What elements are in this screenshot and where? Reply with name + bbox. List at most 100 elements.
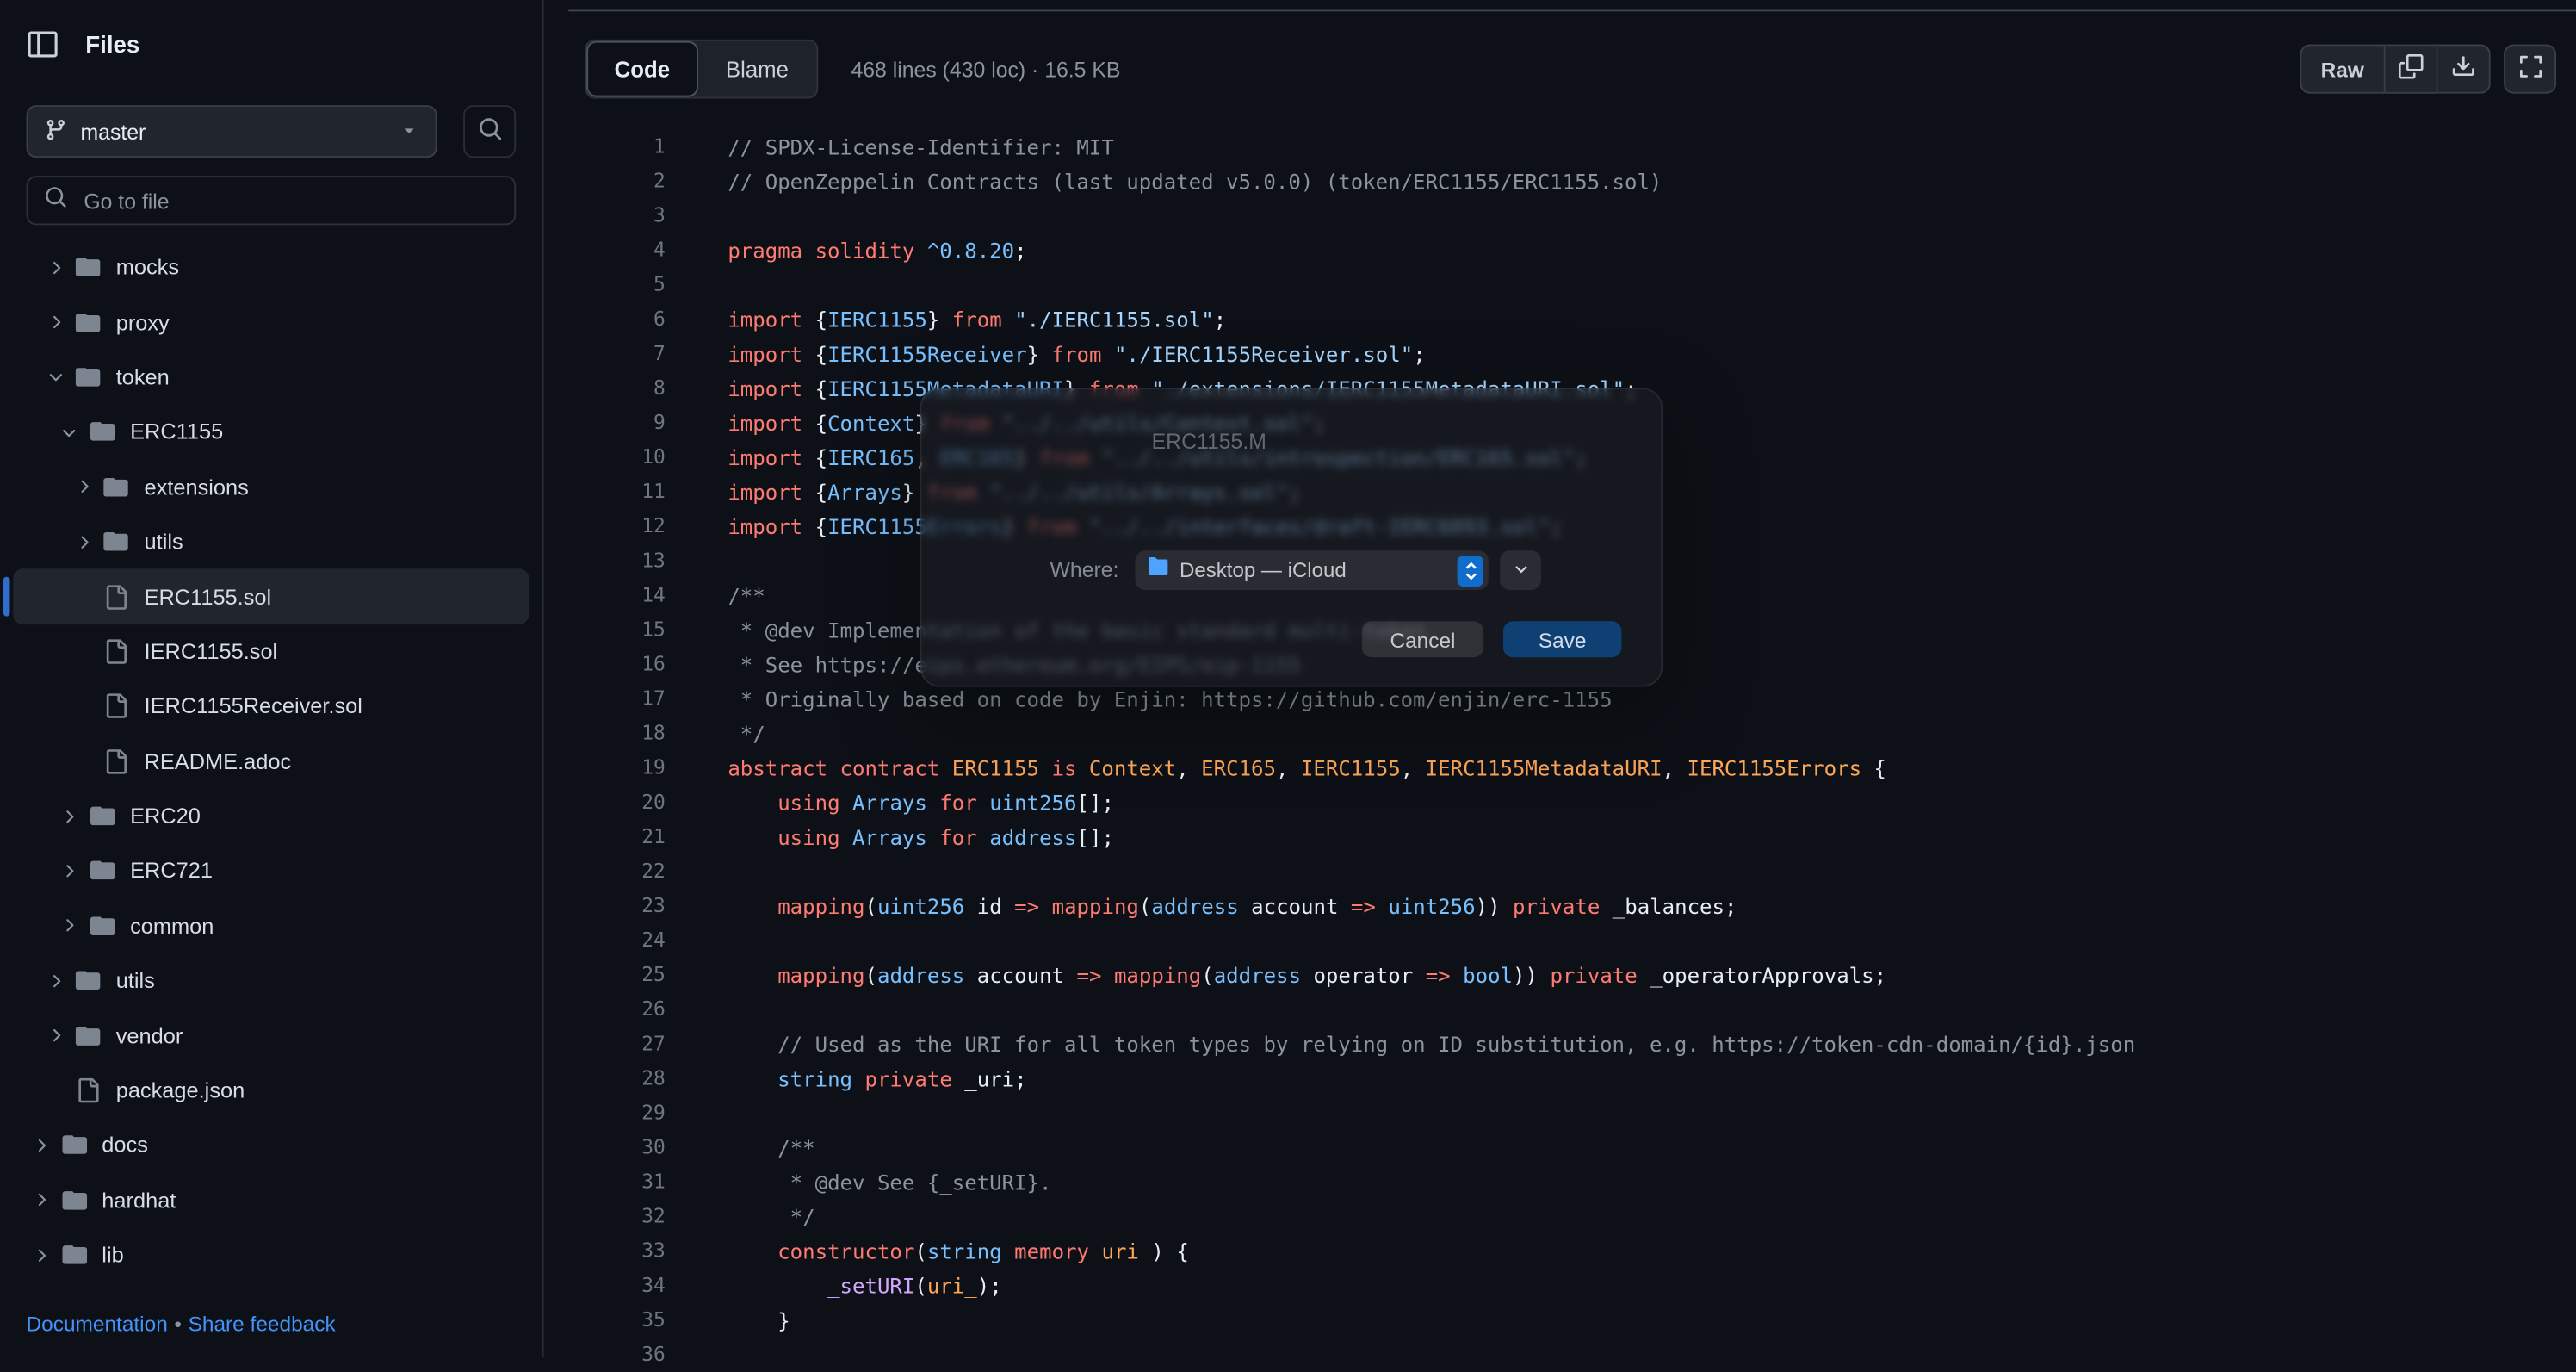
tree-item-label: ERC721 <box>130 858 214 884</box>
tab-code[interactable]: Code <box>586 40 698 97</box>
tree-item-label: utils <box>144 529 183 555</box>
line-number[interactable]: 9 <box>568 406 666 440</box>
line-number[interactable]: 34 <box>568 1269 666 1303</box>
line-number[interactable]: 24 <box>568 923 666 958</box>
tree-item-readme.adoc[interactable]: README.adoc <box>13 734 529 789</box>
line-number[interactable]: 22 <box>568 854 666 889</box>
collapse-file-tree-button[interactable] <box>20 23 65 69</box>
tree-item-ierc1155.sol[interactable]: IERC1155.sol <box>13 624 529 680</box>
line-number[interactable]: 3 <box>568 199 666 233</box>
code-line: 3 <box>568 199 2576 233</box>
cancel-button[interactable]: Cancel <box>1361 621 1484 658</box>
line-number[interactable]: 32 <box>568 1200 666 1234</box>
line-number[interactable]: 28 <box>568 1062 666 1096</box>
tree-item-utils[interactable]: utils <box>13 953 529 1009</box>
branch-selector-button[interactable]: master <box>26 105 437 158</box>
line-number[interactable]: 30 <box>568 1131 666 1165</box>
line-source: * @dev See {_setURI}. <box>777 1170 1052 1195</box>
line-number[interactable]: 6 <box>568 302 666 337</box>
download-raw-button[interactable] <box>2437 44 2491 94</box>
file-tree: mocks proxy token ERC1155 extensions uti… <box>0 240 542 1283</box>
tree-item-extensions[interactable]: extensions <box>13 459 529 514</box>
line-number[interactable]: 27 <box>568 1027 666 1062</box>
code-line: 35 } <box>568 1303 2576 1338</box>
line-number[interactable]: 17 <box>568 682 666 717</box>
tree-item-erc721[interactable]: ERC721 <box>13 843 529 898</box>
tree-item-proxy[interactable]: proxy <box>13 295 529 350</box>
code-blame-switch: Code Blame <box>585 39 819 99</box>
chevron-right-icon <box>40 309 70 336</box>
folder-icon <box>87 913 116 940</box>
footer-separator: • <box>174 1311 182 1337</box>
tree-item-erc20[interactable]: ERC20 <box>13 789 529 844</box>
line-number[interactable]: 19 <box>568 751 666 785</box>
line-number[interactable]: 16 <box>568 648 666 682</box>
line-number[interactable]: 26 <box>568 993 666 1027</box>
tree-item-erc1155.sol[interactable]: ERC1155.sol <box>3 568 529 624</box>
tree-item-label: proxy <box>115 309 170 335</box>
line-number[interactable]: 13 <box>568 544 666 579</box>
go-to-file-input[interactable] <box>80 186 498 215</box>
line-number[interactable]: 36 <box>568 1338 666 1372</box>
folder-icon <box>59 1242 89 1269</box>
line-number[interactable]: 4 <box>568 233 666 268</box>
tree-item-common[interactable]: common <box>13 898 529 953</box>
tree-item-erc1155[interactable]: ERC1155 <box>13 405 529 460</box>
chevron-right-icon <box>69 474 98 500</box>
file-meta-info: 468 lines (430 loc) · 16.5 KB <box>851 56 1121 82</box>
tab-blame[interactable]: Blame <box>697 41 816 97</box>
line-number[interactable]: 33 <box>568 1234 666 1269</box>
where-dropdown[interactable]: Desktop — iCloud <box>1135 550 1489 591</box>
line-number[interactable]: 35 <box>568 1303 666 1338</box>
tree-item-ierc1155receiver.sol[interactable]: IERC1155Receiver.sol <box>13 679 529 734</box>
tree-item-label: ERC1155.sol <box>144 584 272 610</box>
tree-item-lib[interactable]: lib <box>13 1227 529 1282</box>
search-repository-button[interactable] <box>463 105 517 158</box>
chevron-right-icon <box>27 1187 56 1214</box>
folder-icon <box>73 254 102 281</box>
search-icon <box>477 116 502 146</box>
line-number[interactable]: 21 <box>568 820 666 854</box>
fullscreen-view-button[interactable] <box>2504 44 2557 94</box>
file-icon <box>102 583 131 610</box>
tree-item-label: IERC1155Receiver.sol <box>144 693 362 719</box>
line-number[interactable]: 11 <box>568 475 666 509</box>
tree-item-token[interactable]: token <box>13 350 529 405</box>
raw-button[interactable]: Raw <box>2299 44 2386 94</box>
tree-item-hardhat[interactable]: hardhat <box>13 1173 529 1228</box>
tree-item-vendor[interactable]: vendor <box>13 1009 529 1064</box>
caret-down-icon <box>399 119 419 144</box>
line-number[interactable]: 1 <box>568 130 666 165</box>
line-number[interactable]: 14 <box>568 579 666 613</box>
copy-raw-button[interactable] <box>2385 44 2438 94</box>
line-number[interactable]: 2 <box>568 165 666 199</box>
tree-item-docs[interactable]: docs <box>13 1118 529 1173</box>
line-number[interactable]: 18 <box>568 717 666 751</box>
tree-item-package.json[interactable]: package.json <box>13 1063 529 1118</box>
code-line: 29 <box>568 1096 2576 1131</box>
line-number[interactable]: 23 <box>568 889 666 923</box>
line-number[interactable]: 12 <box>568 510 666 544</box>
tree-item-utils[interactable]: utils <box>13 514 529 569</box>
line-number[interactable]: 15 <box>568 613 666 648</box>
code-line: 7 import {IERC1155Receiver} from "./IERC… <box>568 337 2576 371</box>
folder-icon <box>87 858 116 885</box>
line-number[interactable]: 31 <box>568 1165 666 1200</box>
save-button[interactable]: Save <box>1502 621 1622 658</box>
tree-item-label: common <box>130 913 214 939</box>
tree-item-mocks[interactable]: mocks <box>13 240 529 295</box>
line-number[interactable]: 20 <box>568 785 666 820</box>
share-feedback-link[interactable]: Share feedback <box>189 1312 336 1337</box>
line-source: } <box>728 1307 790 1333</box>
tree-item-label: package.json <box>115 1077 245 1103</box>
folder-icon <box>1147 556 1170 585</box>
documentation-link[interactable]: Documentation <box>27 1312 168 1337</box>
line-number[interactable]: 29 <box>568 1096 666 1131</box>
line-number[interactable]: 25 <box>568 958 666 992</box>
line-number[interactable]: 7 <box>568 337 666 371</box>
code-line: 28 string private _uri; <box>568 1062 2576 1096</box>
line-number[interactable]: 5 <box>568 268 666 302</box>
line-number[interactable]: 10 <box>568 440 666 475</box>
line-number[interactable]: 8 <box>568 371 666 406</box>
expand-save-dialog-button[interactable] <box>1500 550 1541 591</box>
